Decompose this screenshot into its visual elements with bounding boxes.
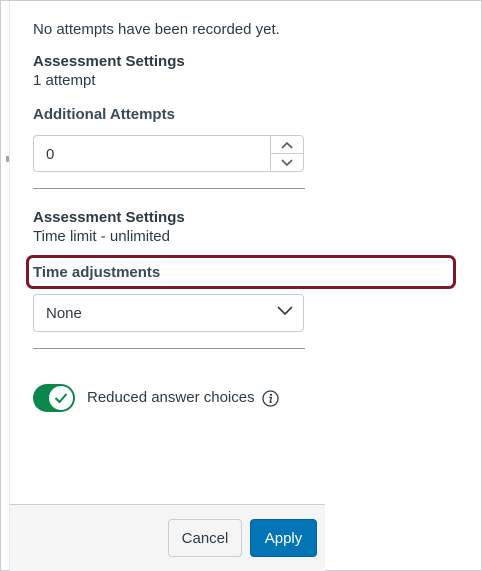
reduced-answer-choices-toggle[interactable] (33, 384, 75, 412)
info-icon[interactable] (262, 390, 279, 407)
time-limit-value: Time limit - unlimited (33, 228, 170, 245)
additional-attempts-value[interactable]: 0 (46, 146, 54, 163)
no-attempts-message: No attempts have been recorded yet. (33, 21, 280, 38)
background-page-strip (1, 1, 10, 570)
section-divider (33, 188, 305, 189)
time-adjustments-selected: None (46, 305, 82, 322)
increment-button[interactable] (271, 136, 303, 154)
checkmark-icon (54, 393, 68, 404)
time-assessment-settings-heading: Assessment Settings (33, 209, 185, 226)
additional-attempts-input[interactable]: 0 (33, 135, 304, 172)
cancel-button[interactable]: Cancel (168, 519, 242, 557)
moderate-student-panel: No attempts have been recorded yet. Asse… (10, 1, 325, 504)
assessment-attempts-value: 1 attempt (33, 72, 96, 89)
chevron-down-icon (281, 158, 293, 166)
panel-footer: Cancel Apply (10, 504, 325, 571)
apply-button[interactable]: Apply (250, 519, 317, 557)
callout-highlight-box (26, 255, 456, 289)
additional-attempts-label: Additional Attempts (33, 106, 175, 123)
section-divider (33, 348, 305, 349)
chevron-up-icon (281, 141, 293, 149)
toggle-knob (49, 386, 73, 410)
decrement-button[interactable] (271, 154, 303, 171)
reduced-answer-choices-label: Reduced answer choices (87, 389, 255, 406)
assessment-settings-heading: Assessment Settings (33, 53, 185, 70)
background-mark (6, 156, 9, 162)
additional-attempts-stepper[interactable] (270, 136, 303, 171)
chevron-down-icon (277, 306, 293, 316)
time-adjustments-select[interactable]: None (33, 294, 304, 332)
